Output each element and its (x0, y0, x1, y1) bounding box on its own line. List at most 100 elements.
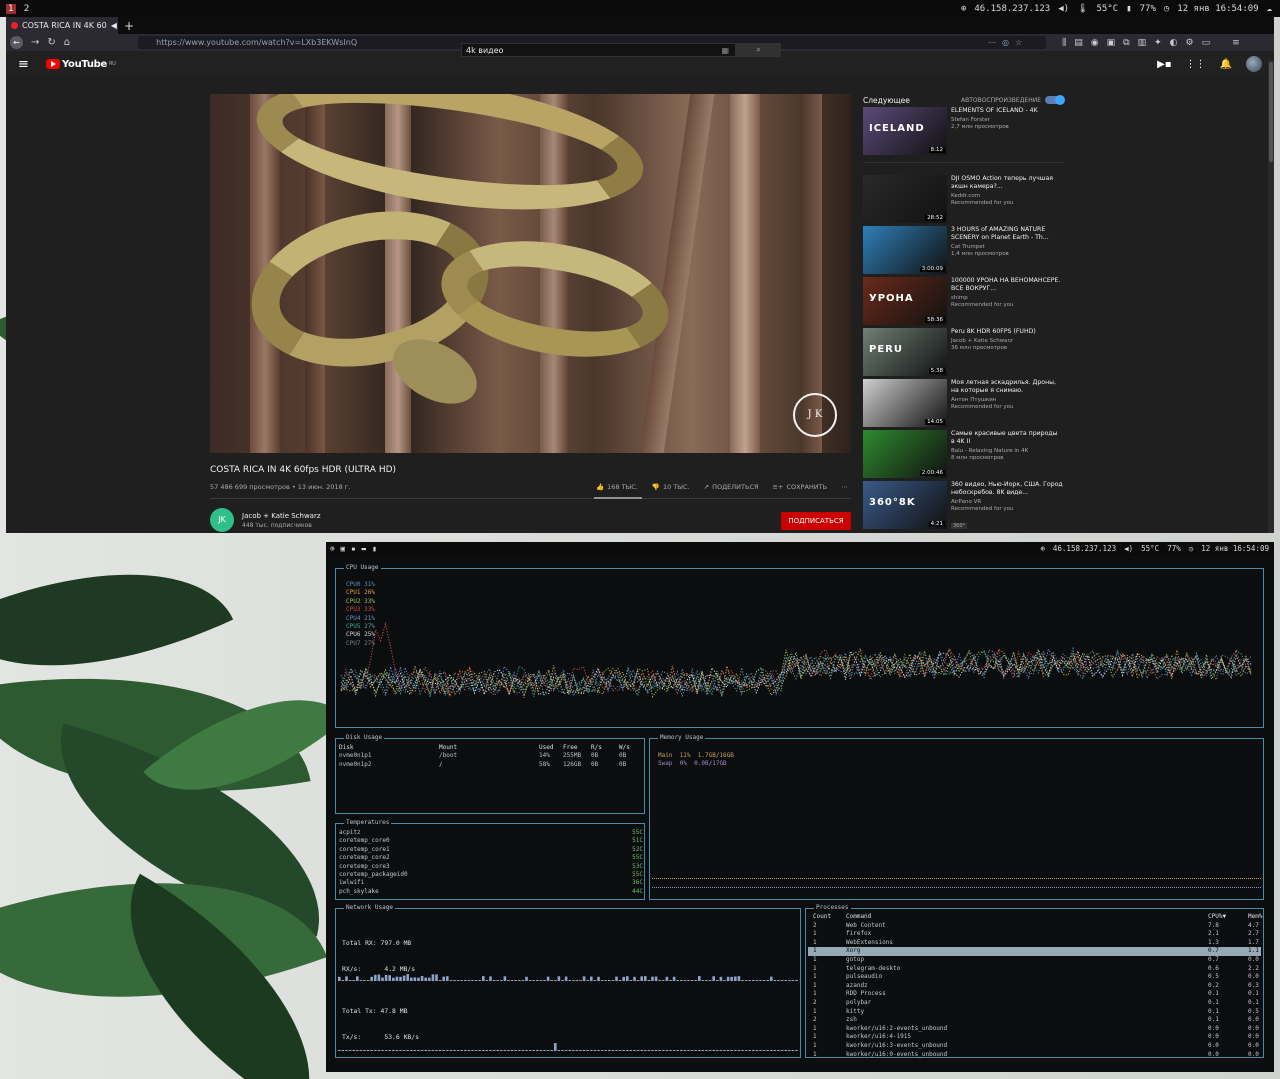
recommended-title[interactable]: 100000 УРОНА НА ВЕНОМАНСЕРЕ. ВСЕ ВОКРУГ.… (951, 277, 1063, 293)
video-thumbnail[interactable]: 14:05 (863, 379, 947, 427)
youtube-search-input[interactable]: 4k видео ▦ (461, 43, 736, 57)
process-row[interactable]: 1 azandz 0.2 0.3 (808, 982, 1261, 991)
ws-icon-4[interactable]: ▬ (362, 544, 367, 553)
recommended-channel: shimp (951, 295, 968, 301)
process-row[interactable]: 1 telegram-deskto 0.6 2.2 (808, 965, 1261, 974)
chat-icon[interactable]: ▭ (1202, 38, 1211, 48)
dislike-button[interactable]: 👎 10 ТЫС. (652, 483, 690, 491)
recommended-title[interactable]: Самые красивые цвета природы в 4K II (951, 430, 1063, 446)
process-row[interactable]: 1 Xorg 0.7 1.1 (808, 947, 1261, 956)
recommended-title[interactable]: 360 видео, Нью-Йорк, США. Город небоскре… (951, 481, 1063, 497)
extension-icon[interactable]: ▣ (1107, 38, 1116, 48)
more-actions-icon[interactable]: ⋯ (841, 483, 848, 491)
process-cell: 2 (813, 998, 817, 1006)
new-tab-button[interactable]: + (124, 19, 134, 33)
network-bar (582, 1050, 586, 1051)
process-row[interactable]: 1 kworker/u16:3-events_unbound 0.0 0.0 (808, 1042, 1261, 1051)
recommended-title[interactable]: 3 HOURS of AMAZING NATURE SCENERY on Pla… (951, 226, 1063, 242)
recommended-video[interactable]: 3:00:09 3 HOURS of AMAZING NATURE SCENERY… (863, 226, 1063, 277)
process-row[interactable]: 2 zsh 0.1 0.0 (808, 1016, 1261, 1025)
like-button[interactable]: 👍 168 ТЫС. (596, 483, 638, 491)
volume-icon[interactable]: ◀) (1058, 4, 1069, 14)
video-thumbnail[interactable]: 3:00:09 (863, 226, 947, 274)
subscribe-button[interactable]: ПОДПИСАТЬСЯ (781, 512, 851, 530)
video-thumbnail[interactable]: 2:00:46 (863, 430, 947, 478)
process-row[interactable]: 1 kworker/u16:0-events_unbound 0.0 0.0 (808, 1051, 1261, 1060)
addon-icon[interactable]: ✦ (1154, 38, 1162, 48)
ws-icon-2[interactable]: ▣ (341, 544, 346, 553)
ws-icon-5[interactable]: ▮ (372, 544, 377, 553)
settings-icon[interactable]: ⚙ (1186, 38, 1194, 48)
youtube-favicon-icon (11, 22, 18, 29)
forward-button[interactable]: → (31, 37, 39, 48)
apps-grid-icon[interactable]: ⋮⋮ (1186, 59, 1206, 70)
process-row[interactable]: 1 kitty 0.1 0.5 (808, 1008, 1261, 1017)
channel-name[interactable]: Jacob + Katie Schwarz (242, 512, 321, 520)
page-scrollbar[interactable] (1268, 60, 1274, 533)
network-bar (413, 977, 417, 981)
addon2-icon[interactable]: ◐ (1170, 38, 1178, 48)
search-button[interactable]: ⌕ (736, 43, 781, 57)
network-bar (590, 976, 593, 981)
process-row[interactable]: 1 firefox 2.1 2.7 (808, 930, 1261, 939)
account-icon[interactable]: ◉ (1091, 38, 1099, 48)
notifications-bell-icon[interactable]: 🔔 (1220, 59, 1232, 70)
recommended-title[interactable]: Peru 8K HDR 60FPS (FUHD) (951, 328, 1063, 336)
recommended-video[interactable]: 360°8K 4:21 360 видео, Нью-Йорк, США. Горо… (863, 481, 1063, 532)
video-thumbnail[interactable]: ICELAND 8:12 (863, 107, 947, 155)
library-icon[interactable]: ⫼ (1062, 38, 1066, 48)
recommended-video[interactable]: ICELAND 8:12 ELEMENTS OF ICELAND - 4K Stefa… (863, 107, 1063, 163)
workspace-1[interactable]: 1 (6, 3, 16, 14)
hamburger-menu-icon[interactable]: ≡ (18, 57, 38, 72)
process-row[interactable]: 2 Web Content 7.8 4.7 (808, 922, 1261, 931)
autoplay-toggle[interactable] (1045, 95, 1065, 105)
workspace-2[interactable]: 2 (22, 4, 32, 14)
video-thumbnail[interactable]: УРОНА 58:36 (863, 277, 947, 325)
recommended-video[interactable]: PERU 5:38 Peru 8K HDR 60FPS (FUHD) Jacob + … (863, 328, 1063, 379)
channel-watermark[interactable]: J K (793, 393, 837, 437)
sidebar-icon[interactable]: ▤ (1074, 38, 1083, 48)
recommended-video[interactable]: 14:05 Моя летная эскадрилья. Дроны, на ко… (863, 379, 1063, 430)
recommended-video[interactable]: 28:52 DJI OSMO Action теперь лучшая экшн … (863, 175, 1063, 226)
video-thumbnail[interactable]: PERU 5:38 (863, 328, 947, 376)
ws-icon-3[interactable]: ▪ (351, 544, 356, 553)
process-row[interactable]: 1 pulseaudio 0.5 0.0 (808, 973, 1261, 982)
ws-icon-1[interactable]: ⊕ (330, 544, 335, 553)
user-avatar[interactable] (1246, 56, 1262, 72)
youtube-logo[interactable]: YouTube RU (46, 59, 116, 70)
recommended-video[interactable]: 2:00:46 Самые красивые цвета природы в 4K… (863, 430, 1063, 481)
video-thumbnail[interactable]: 28:52 (863, 175, 947, 223)
menu-icon[interactable]: ≡ (1232, 38, 1240, 48)
speaker-icon[interactable]: ◀) (111, 21, 118, 30)
network-bar (399, 1050, 402, 1051)
save-button[interactable]: ≡+ СОХРАНИТЬ (773, 483, 828, 491)
share-button[interactable]: ↗ ПОДЕЛИТЬСЯ (704, 483, 759, 491)
upload-video-icon[interactable]: ▶▪ (1157, 59, 1171, 70)
video-player[interactable]: J K (210, 94, 851, 453)
reload-button[interactable]: ↻ (47, 37, 55, 48)
process-row[interactable]: 1 gotop 0.7 0.0 (808, 956, 1261, 965)
process-row[interactable]: 1 RDD Process 0.1 0.1 (808, 990, 1261, 999)
recommended-video[interactable]: УРОНА 58:36 100000 УРОНА НА ВЕНОМАНСЕРЕ. В… (863, 277, 1063, 328)
channel-avatar[interactable]: JK (210, 508, 234, 532)
recommended-title[interactable]: DJI OSMO Action теперь лучшая экшн камер… (951, 175, 1063, 191)
volume-icon[interactable]: ◀) (1124, 544, 1133, 553)
recommended-views: 2,7 млн просмотров (951, 124, 1009, 130)
video-thumbnail[interactable]: 360°8K 4:21 (863, 481, 947, 529)
process-row[interactable]: 2 polybar 0.1 0.1 (808, 999, 1261, 1008)
screenshot-icon[interactable]: ⧉ (1123, 38, 1129, 48)
process-row[interactable]: 1 WebExtensions 1.3 1.7 (808, 939, 1261, 948)
keyboard-icon[interactable]: ▦ (721, 46, 729, 55)
tab-youtube[interactable]: COSTA RICA IN 4K 60 ◀) ✕ (6, 17, 118, 34)
pocket-icon[interactable]: ▥ (1138, 38, 1147, 48)
recommended-title[interactable]: ELEMENTS OF ICELAND - 4K (951, 107, 1063, 115)
network-icon[interactable]: ☁ (1267, 4, 1272, 14)
home-button[interactable]: ⌂ (64, 37, 70, 48)
back-button[interactable]: ← (10, 36, 23, 49)
recommended-title[interactable]: Моя летная эскадрилья. Дроны, на которые… (951, 379, 1063, 395)
process-row[interactable]: 1 kworker/u16:2-events_unbound 0.0 0.0 (808, 1025, 1261, 1034)
process-cell: 0.6 (1208, 964, 1219, 972)
process-row[interactable]: 1 kworker/u16:4-i915 0.0 0.0 (808, 1033, 1261, 1042)
url-actions-icon[interactable]: ⋯◎☆ (988, 38, 1028, 47)
url-text[interactable]: https://www.youtube.com/watch?v=LXb3EKWs… (156, 38, 357, 47)
